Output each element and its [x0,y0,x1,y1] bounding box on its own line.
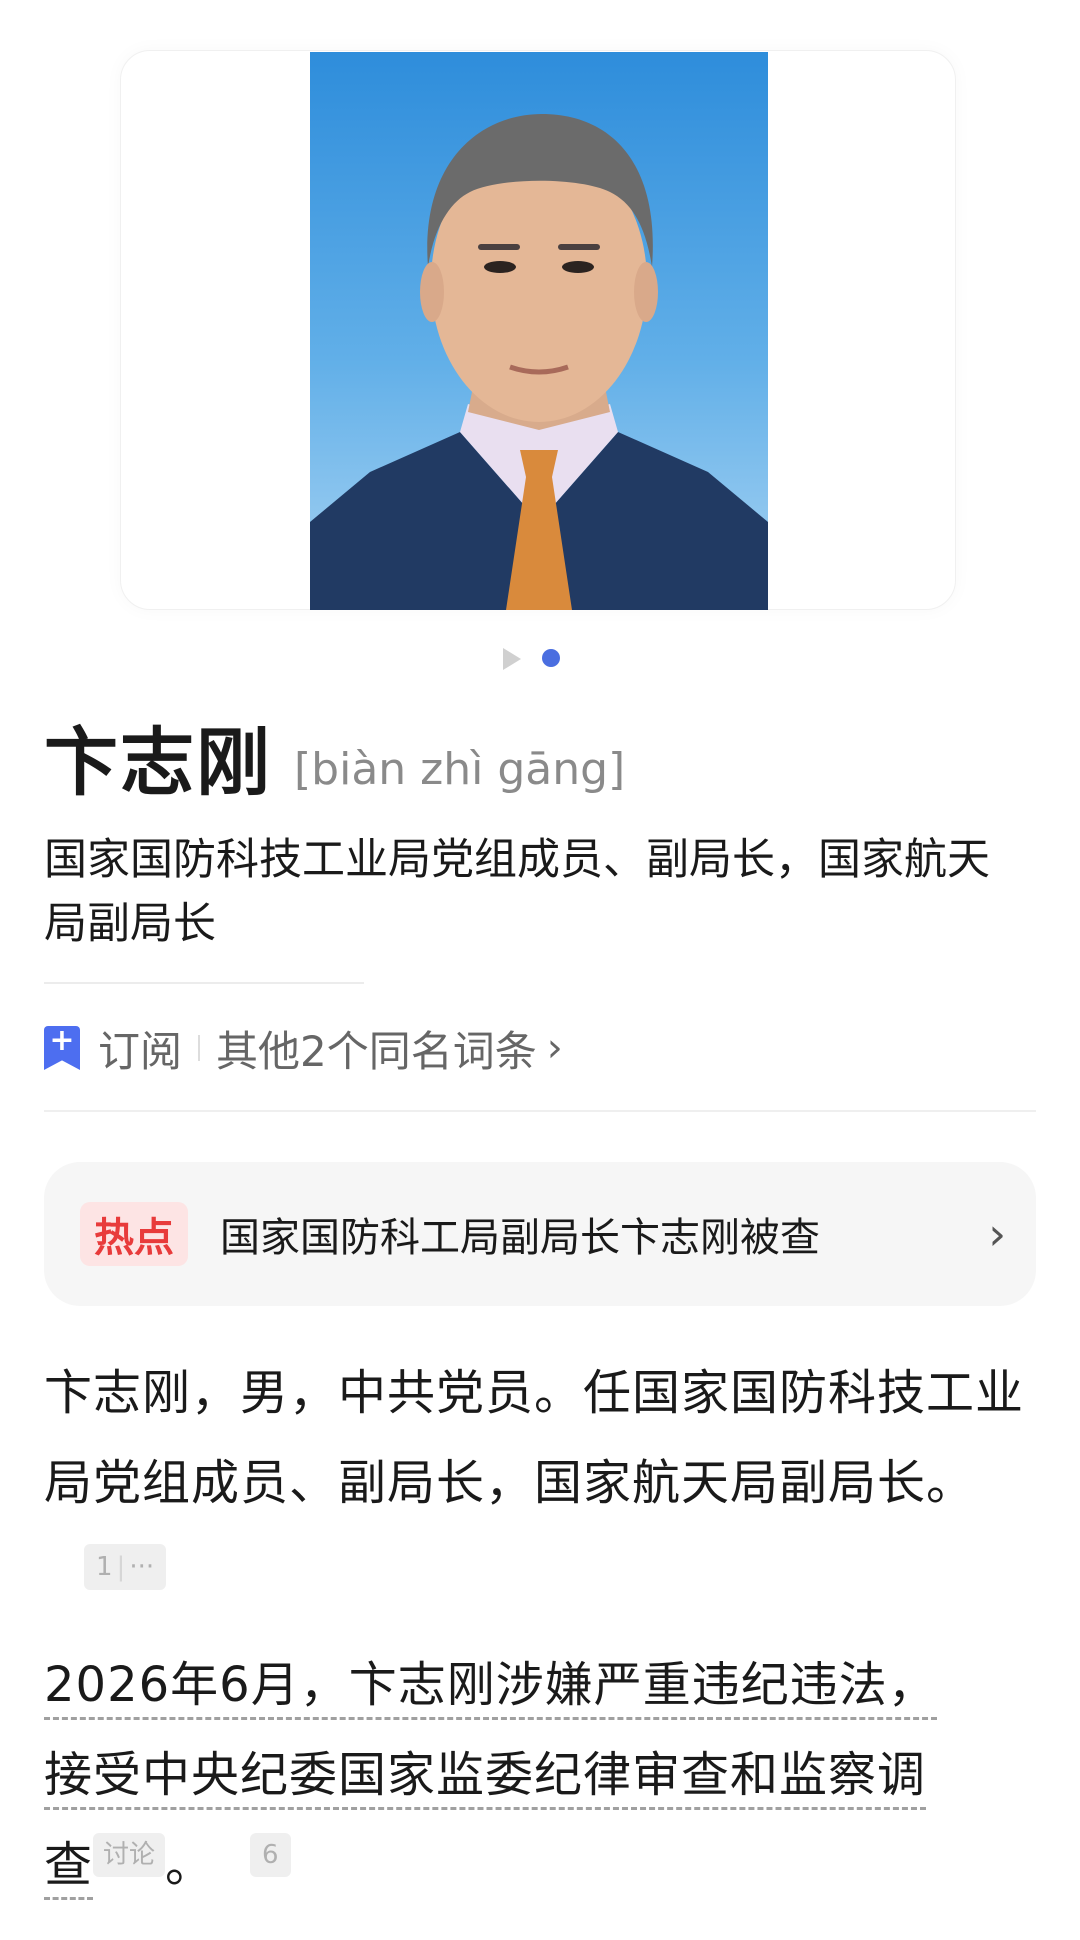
short-divider [44,982,364,984]
same-name-entries-link[interactable]: 其他2个同名词条 [216,1018,537,1079]
reference-badge[interactable]: 1 | ··· [84,1544,167,1590]
discuss-badge[interactable]: 讨论 [93,1833,166,1877]
summary-paragraph: 卞志刚，男，中共党员。任国家国防科技工业局党组成员、副局长，国家航天局副局长。 1… [44,1348,1044,1618]
portrait-photo[interactable] [310,52,768,610]
hot-tag: 热点 [80,1202,188,1266]
carousel-indicator[interactable] [500,646,570,670]
summary-text: 卞志刚，男，中共党员。任国家国防科技工业局党组成员、副局长，国家航天局副局长。 [44,1365,1025,1511]
more-icon: ··· [129,1552,155,1582]
hot-news-banner[interactable]: 热点 国家国防科工局副局长卞志刚被查 › [44,1162,1036,1306]
bookmark-plus-icon[interactable] [44,1026,80,1070]
reference-badge[interactable]: 6 [250,1833,291,1877]
news-link-line-3[interactable]: 查 [44,1837,94,1900]
subscribe-button[interactable]: 订阅 [98,1018,182,1079]
hot-news-text[interactable]: 国家国防科工局副局长卞志刚被查 [220,1205,988,1263]
portrait-illustration [310,52,768,610]
separator [198,1035,201,1061]
news-paragraph: 2026年6月，卞志刚涉嫌严重违纪违法， 接受中央纪委国家监委纪律审查和监察调 … [44,1640,1044,1910]
reference-number: 1 [96,1552,113,1582]
play-icon[interactable] [503,648,521,670]
entry-actions: 订阅 其他2个同名词条 › [44,1020,563,1076]
news-link-line-2[interactable]: 接受中央纪委国家监委纪律审查和监察调 [44,1747,927,1810]
period: 。 [165,1837,215,1893]
news-link-line-1[interactable]: 2026年6月，卞志刚涉嫌严重违纪违法， [44,1657,937,1720]
chevron-right-icon[interactable]: › [988,1209,1006,1260]
chevron-right-icon[interactable]: › [547,1025,563,1071]
active-dot-icon[interactable] [542,649,560,667]
baike-entry-page: 卞志刚 [biàn zhì gāng] 国家国防科技工业局党组成员、副局长，国家… [0,0,1080,1940]
entry-subtitle: 国家国防科技工业局党组成员、副局长，国家航天局副局长 [44,835,990,949]
divider [44,1110,1036,1112]
entry-name: 卞志刚 [44,720,272,806]
reference-separator: | [116,1552,126,1582]
entry-title: 卞志刚 [biàn zhì gāng] [44,722,625,804]
entry-pinyin: [biàn zhì gāng] [294,744,626,795]
